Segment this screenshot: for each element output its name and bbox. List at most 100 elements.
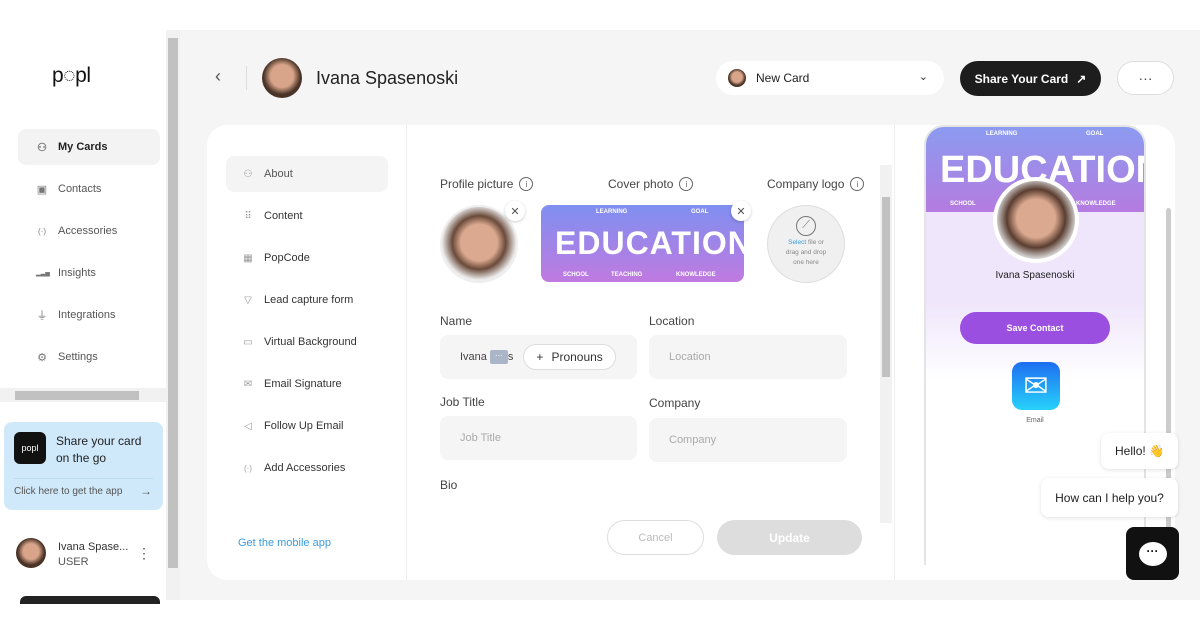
info-icon[interactable]: i [850,177,865,191]
subnav-label: Virtual Background [264,336,357,348]
chat-help-bubble[interactable]: How can I help you? [1041,478,1178,517]
chat-icon: ··· [1138,541,1167,566]
video-icon: ▭ [243,336,253,348]
subnav-virtual-background[interactable]: ▭ Virtual Background [226,324,388,360]
remove-profile-picture-icon[interactable]: ✕ [505,201,525,221]
cover-text: GOAL [691,209,709,215]
card-selector-value: New Card [756,71,810,85]
location-input[interactable]: Location [649,335,847,379]
company-logo-dropzone[interactable]: ⟋ Select file or drag and drop one here [767,205,845,283]
sidebar-item-contacts[interactable]: ▣ Contacts [18,171,160,207]
subnav-email-signature[interactable]: ✉ Email Signature [226,366,388,402]
sidebar-item-my-cards[interactable]: ⚇ My Cards [18,129,160,165]
sidebar-item-integrations[interactable]: ⏚ Integrations [18,297,160,333]
name-value: s [507,351,514,363]
get-mobile-app-link[interactable]: Get the mobile app [238,537,331,549]
contacts-icon: ▣ [36,183,48,196]
dropzone-text: one here [793,259,819,266]
company-logo-label: Company logo i [767,177,865,191]
dropzone-text: drag and drop [785,249,827,256]
subnav-lead-capture[interactable]: ▽ Lead capture form [226,282,388,318]
preview-avatar [993,177,1079,263]
pronouns-label: Pronouns [551,350,603,364]
sidebar-item-settings[interactable]: ⚙ Settings [18,339,160,375]
company-input[interactable]: Company [649,418,847,462]
user-name: Ivana Spase... [58,541,129,553]
filter-icon: ▽ [244,294,252,306]
cover-text: GOAL [1086,131,1104,137]
remove-cover-photo-icon[interactable]: ✕ [731,201,751,221]
user-menu-icon[interactable]: ⋮ [137,545,151,562]
job-title-input[interactable]: Job Title [440,416,637,460]
qr-icon: ▦ [243,252,253,264]
cover-text: TEACHING [611,272,643,278]
user-icon: ⚇ [243,168,253,180]
sidebar-item-insights[interactable]: ▂▃▅ Insights [18,255,160,291]
chat-hello-bubble[interactable]: Hello! 👋 [1101,433,1178,469]
email-icon[interactable]: ✉ [1012,362,1060,410]
dropzone-text: file or [806,239,824,246]
bar-chart-icon: ▂▃▅ [36,270,50,277]
subnav-popcode[interactable]: ▦ PopCode [226,240,388,276]
card-selector[interactable]: New Card ⌄ [716,61,944,95]
user-role: USER [58,556,89,568]
user-icon: ⚇ [37,141,47,154]
share-icon: ↗ [1076,71,1087,86]
share-label: Share Your Card [974,71,1069,86]
add-pronouns-button[interactable]: + Pronouns [523,344,616,370]
subnav-label: PopCode [264,252,310,264]
nfc-icon: (·) [244,463,252,473]
info-icon[interactable]: i [679,177,694,191]
subnav-label: Lead capture form [264,294,354,306]
sidebar-item-label: Settings [58,351,98,363]
sidebar-vertical-scrollbar[interactable] [166,30,180,600]
cover-text: KNOWLEDGE [1076,201,1116,207]
preview-name: Ivana Spasenoski [995,270,1075,281]
form-scrollbar[interactable] [880,165,892,523]
subnav-add-accessories[interactable]: (·) Add Accessories [226,450,388,486]
label-text: Cover photo [608,177,674,191]
select-file-link[interactable]: Select [788,239,806,246]
cover-photo[interactable]: LEARNING GOAL EDUCATION SCHOOL TEACHING … [541,205,744,282]
sidebar-item-label: Integrations [58,309,116,321]
cover-text: SCHOOL [950,201,976,207]
location-label: Location [649,314,695,328]
popl-logo[interactable]: p◌pl [52,64,91,88]
share-card-button[interactable]: Share Your Card ↗ [960,61,1101,96]
subnav-follow-up-email[interactable]: ◁ Follow Up Email [226,408,388,444]
sidebar-horizontal-scrollbar[interactable] [0,388,166,402]
subnav-about[interactable]: ⚇ About [226,156,388,192]
masked-text: ··· [489,350,508,364]
page-title: Ivana Spasenoski [316,68,459,88]
subnav-label: Content [264,210,303,222]
subnav-label: Email Signature [264,378,342,390]
name-field[interactable]: Ivana ··· s + Pronouns [440,335,637,379]
info-icon[interactable]: i [519,177,534,191]
header-avatar [262,58,302,98]
megaphone-icon: ◁ [244,420,252,432]
back-chevron-icon[interactable]: ‹ [215,66,221,87]
bottom-bar [20,596,160,604]
cover-text: LEARNING [596,209,628,215]
subnav-content[interactable]: ⠿ Content [226,198,388,234]
get-app-link[interactable]: Click here to get the app [14,486,122,497]
company-label: Company [649,396,701,410]
cancel-button[interactable]: Cancel [607,520,704,555]
arrow-right-icon: → [140,484,152,498]
profile-picture-label: Profile picture i [440,177,534,191]
save-contact-button[interactable]: Save Contact [960,312,1110,344]
card-avatar [728,69,746,87]
sidebar-item-accessories[interactable]: (·) Accessories [18,213,160,249]
get-app-promo[interactable]: popl Share your card on the go Click her… [4,422,163,510]
bio-label: Bio [440,478,458,492]
promo-title: Share your card on the go [56,434,142,465]
more-options-button[interactable]: ··· [1117,61,1174,95]
sidebar-item-label: Accessories [58,225,118,237]
sidebar-item-label: Insights [58,267,96,279]
plug-icon: ⏚ [36,310,48,322]
grid-icon: ⠿ [244,210,252,222]
update-button[interactable]: Update [717,520,862,555]
cover-text: KNOWLEDGE [676,272,716,278]
pencil-icon: ⟋ [796,216,816,236]
chat-launcher-button[interactable]: ··· [1126,527,1179,580]
